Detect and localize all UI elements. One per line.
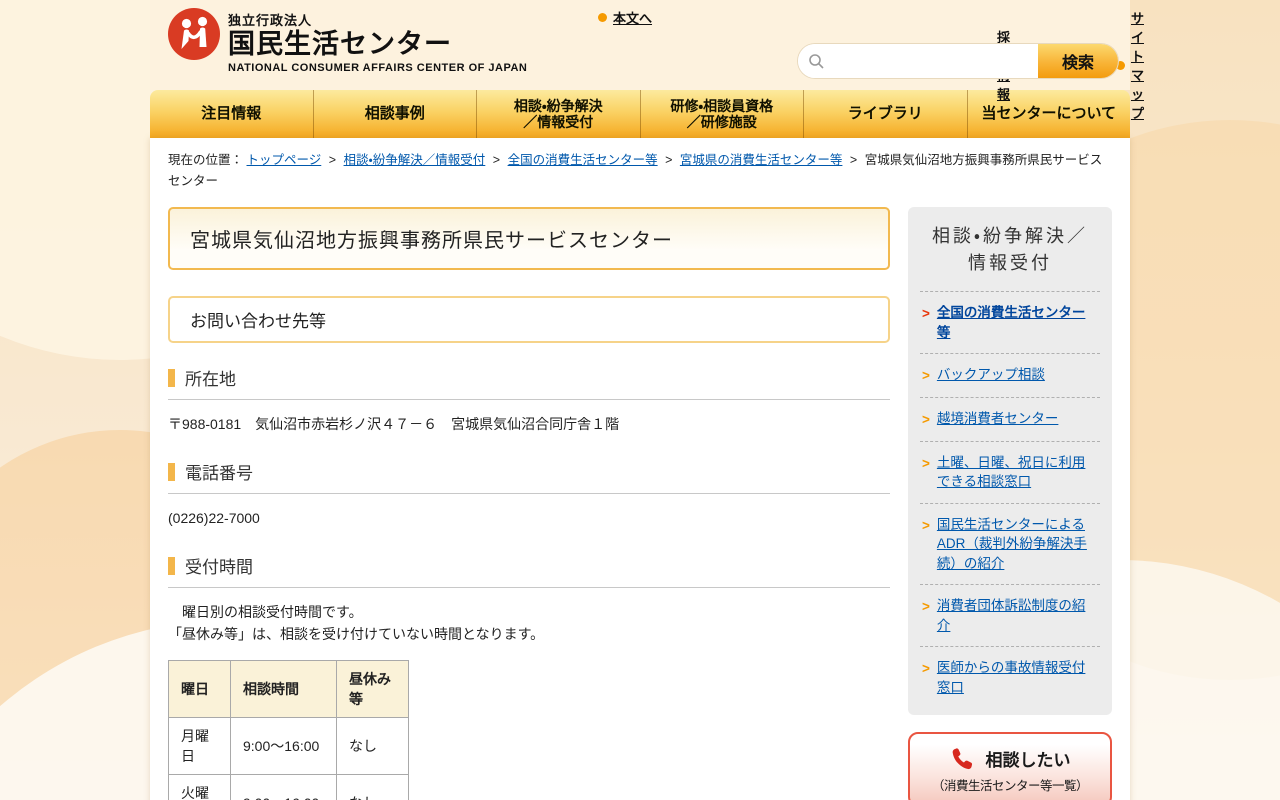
sidebar: 相談・紛争解決／ 情報受付 > 全国の消費生活センター等 > バックアップ相談 …: [908, 207, 1112, 800]
phone-text: (0226)22-7000: [168, 510, 260, 527]
search-icon: [809, 54, 824, 69]
chevron-right-icon: >: [922, 517, 930, 533]
sidebar-item-backup[interactable]: > バックアップ相談: [920, 353, 1100, 397]
chevron-right-icon: >: [922, 455, 930, 471]
sidebar-title: 相談・紛争解決／ 情報受付: [931, 226, 1089, 274]
contact-heading: お問い合わせ先等: [168, 296, 890, 344]
table-row: 火曜日 9:00～16:00 なし: [168, 773, 409, 800]
consult-button-subtitle: （消費生活センター等一覧）: [931, 778, 1089, 793]
hours-table: 曜日 相談時間 昼休み等 月曜日 9:00～16:00 なし 火曜日: [168, 659, 409, 800]
content-area: 現在の位置： トップページ > 相談・紛争解決／情報受付 > 全国の消費生活セン…: [150, 138, 1130, 800]
search-input[interactable]: [830, 44, 1038, 78]
org-name: 国民生活センター: [228, 29, 452, 59]
sidebar-menu: 相談・紛争解決／ 情報受付 > 全国の消費生活センター等 > バックアップ相談 …: [908, 207, 1112, 715]
nav-tab-cases[interactable]: 相談事例: [314, 90, 477, 138]
logo-mark-icon: [168, 8, 220, 60]
sidebar-item-adr[interactable]: > 国民生活センターによるADR（裁判外紛争解決手続）の紹介: [920, 502, 1100, 585]
divider: [168, 399, 890, 401]
divider: [168, 587, 890, 589]
sidebar-item-centers[interactable]: > 全国の消費生活センター等: [920, 291, 1100, 353]
logo-texts: 独立行政法人 国民生活センター NATIONAL CONSUMER AFFAIR…: [228, 8, 527, 74]
phone-icon: [952, 747, 972, 769]
chevron-right-icon: >: [922, 368, 930, 384]
nav-tab-training[interactable]: 研修・相談員資格 ／研修施設: [641, 90, 804, 138]
col-day: 曜日: [168, 659, 231, 718]
hours-heading: 受付時間: [168, 553, 890, 578]
sidebar-item-ccj[interactable]: > 越境消費者センター: [920, 396, 1100, 441]
phone-heading: 電話番号: [168, 459, 890, 484]
address-heading: 所在地: [168, 365, 890, 390]
breadcrumb-prefix: 現在の位置：: [168, 153, 244, 167]
chevron-right-icon: >: [922, 661, 930, 677]
heading-bar-icon: [168, 368, 175, 387]
hours-note: 曜日別の相談受付時間です。 「昼休み等」は、相談を受け付けていない時間となります…: [168, 604, 545, 642]
search-input-wrap: [798, 44, 1038, 78]
page-wrapper: 独立行政法人 国民生活センター NATIONAL CONSUMER AFFAIR…: [150, 0, 1144, 800]
sidebar-item-lawsuit[interactable]: > 消費者団体訴訟制度の紹介: [920, 584, 1100, 646]
breadcrumb: 現在の位置： トップページ > 相談・紛争解決／情報受付 > 全国の消費生活セン…: [168, 153, 1103, 188]
consult-button[interactable]: 相談したい （消費生活センター等一覧）: [908, 731, 1112, 800]
page-title: 宮城県気仙沼地方振興事務所県民サービスセンター: [168, 207, 890, 271]
col-lunch: 昼休み等: [336, 659, 409, 718]
address-text: 〒988-0181 気仙沼市赤岩杉ノ沢４７－６ 宮城県気仙沼合同庁舎１階: [168, 416, 620, 433]
search-bar: 検索: [798, 44, 1118, 78]
chevron-right-icon: >: [922, 599, 930, 615]
site-header: 独立行政法人 国民生活センター NATIONAL CONSUMER AFFAIR…: [150, 0, 1144, 121]
sitemap-link[interactable]: サイトマップ: [1131, 8, 1144, 122]
consult-button-title: 相談したい: [985, 751, 1071, 771]
sidebar-item-weekend[interactable]: > 土曜、日曜、祝日に利用できる相談窓口: [920, 440, 1100, 503]
heading-bar-icon: [168, 556, 175, 575]
org-name-en: NATIONAL CONSUMER AFFAIRS CENTER OF JAPA…: [228, 62, 528, 75]
nav-tab-featured[interactable]: 注目情報: [150, 90, 314, 138]
col-time: 相談時間: [230, 659, 337, 718]
chevron-right-icon: >: [922, 411, 930, 427]
breadcrumb-link-consultation[interactable]: 相談・紛争解決／情報受付: [344, 153, 486, 167]
sidebar-item-doctor[interactable]: > 医師からの事故情報受付窓口: [920, 646, 1100, 708]
divider: [168, 493, 890, 495]
breadcrumb-link-centers[interactable]: 全国の消費生活センター等: [508, 153, 658, 167]
table-row: 月曜日 9:00～16:00 なし: [168, 716, 409, 775]
nav-tab-consultation[interactable]: 相談・紛争解決 ／情報受付: [477, 90, 641, 138]
skip-to-content: 本文へ: [598, 8, 652, 27]
heading-bar-icon: [168, 462, 175, 481]
chevron-right-icon: >: [922, 306, 930, 322]
main-column: 宮城県気仙沼地方振興事務所県民サービスセンター お問い合わせ先等 所在地 〒98…: [168, 207, 890, 800]
search-button[interactable]: 検索: [1038, 44, 1118, 78]
table-header-row: 曜日 相談時間 昼休み等: [168, 659, 409, 718]
bullet-icon: [598, 13, 607, 22]
breadcrumb-link-home[interactable]: トップページ: [247, 153, 322, 167]
utility-link-sitemap: サイトマップ: [1115, 8, 1144, 122]
breadcrumb-link-miyagi[interactable]: 宮城県の消費生活センター等: [680, 153, 843, 167]
skip-link[interactable]: 本文へ: [613, 8, 652, 27]
org-type: 独立行政法人: [228, 13, 313, 28]
nav-tab-library[interactable]: ライブラリ: [804, 90, 968, 138]
